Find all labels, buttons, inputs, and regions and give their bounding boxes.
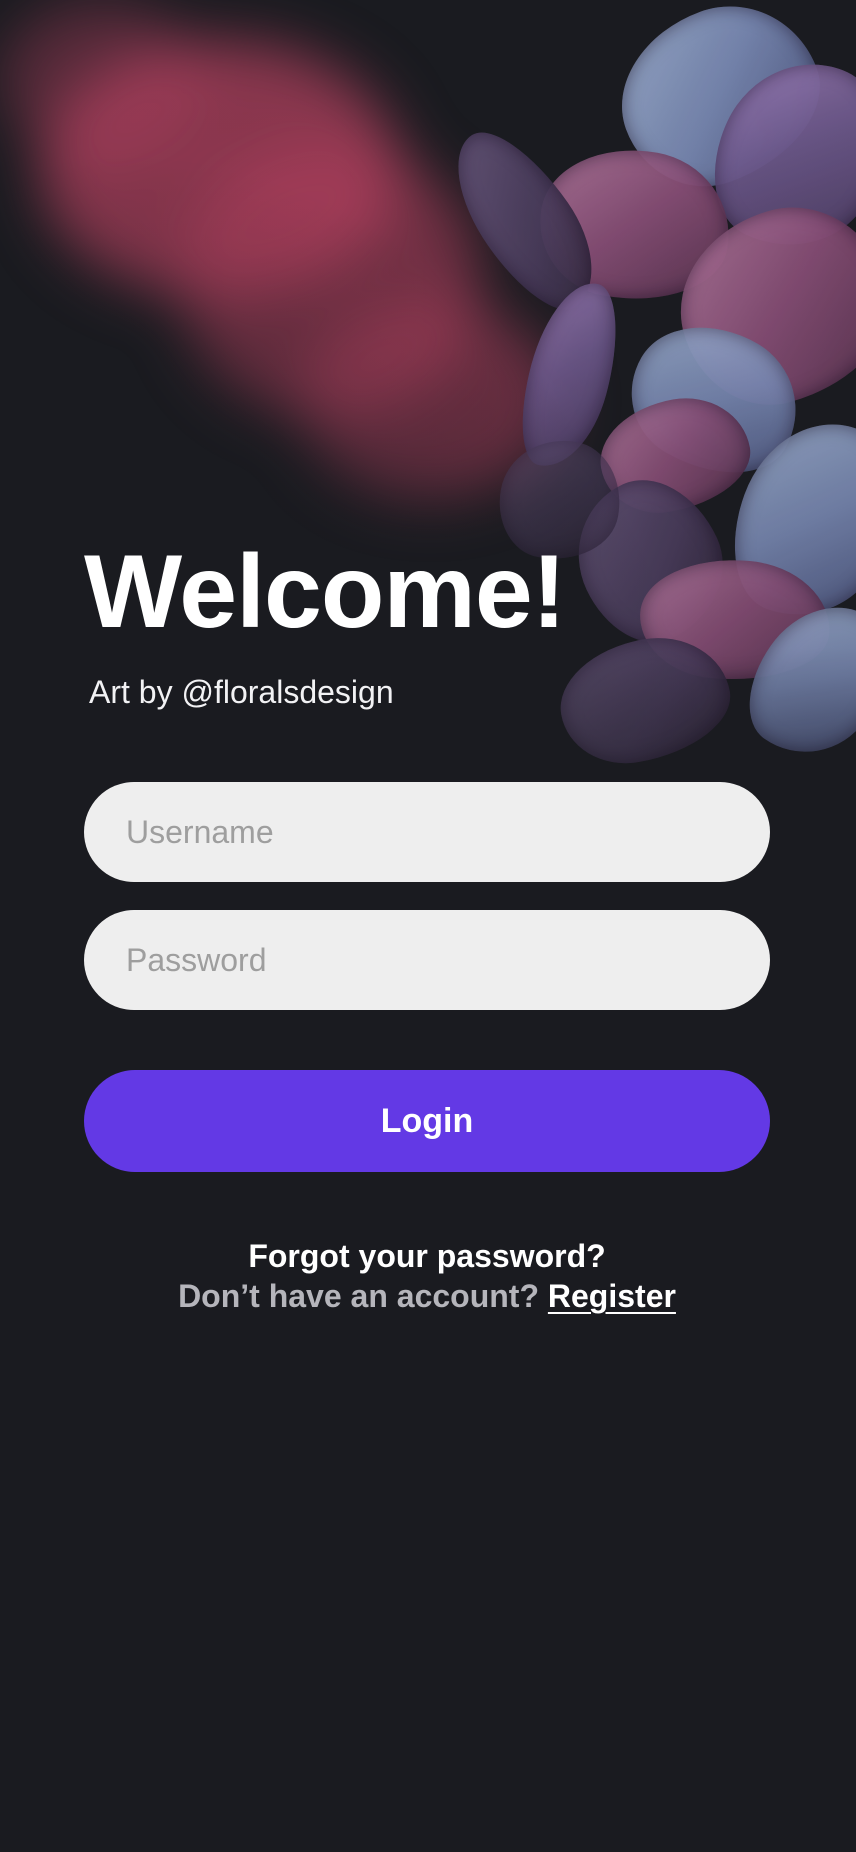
no-account-text: Don’t have an account? — [178, 1278, 539, 1314]
welcome-title: Welcome! — [84, 534, 566, 650]
register-line: Don’t have an account? Register — [84, 1276, 770, 1316]
register-link[interactable]: Register — [548, 1278, 676, 1314]
art-credit: Art by @floralsdesign — [89, 674, 394, 710]
forgot-password-link[interactable]: Forgot your password? — [84, 1236, 770, 1276]
login-button[interactable]: Login — [84, 1070, 770, 1172]
password-input[interactable] — [84, 910, 770, 1010]
username-input[interactable] — [84, 782, 770, 882]
auth-links: Forgot your password? Don’t have an acco… — [84, 1236, 770, 1316]
